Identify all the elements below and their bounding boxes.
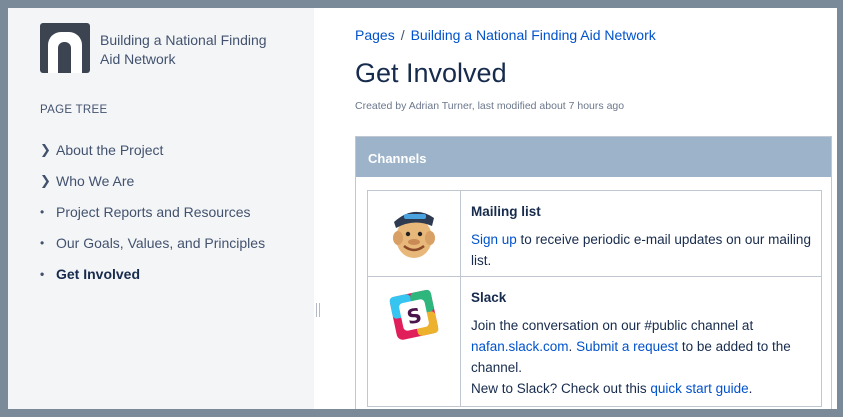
- tree-item-get-involved[interactable]: • Get Involved: [40, 258, 265, 289]
- page-title: Get Involved: [355, 58, 507, 88]
- tree-item-who-we-are[interactable]: ❯ Who We Are: [40, 165, 265, 196]
- page-tree-label: PAGE TREE: [40, 104, 108, 116]
- table-row: S Slack Join the conversation on our #pu…: [367, 276, 822, 407]
- sidebar-resize-handle[interactable]: [316, 303, 320, 317]
- quick-start-guide-link[interactable]: quick start guide: [650, 381, 748, 396]
- tree-item-label[interactable]: Our Goals, Values, and Principles: [56, 235, 265, 251]
- tree-item-label[interactable]: Get Involved: [56, 266, 140, 282]
- breadcrumb-pages-link[interactable]: Pages: [355, 27, 395, 43]
- bullet-icon: •: [40, 204, 45, 219]
- sign-up-link[interactable]: Sign up: [471, 232, 517, 247]
- channel-description: Sign up to receive periodic e-mail updat…: [471, 232, 811, 268]
- mailchimp-icon: [393, 211, 435, 258]
- tree-item-about-the-project[interactable]: ❯ About the Project: [40, 134, 265, 165]
- app-window: Building a National Finding Aid Network …: [0, 0, 843, 417]
- tree-item-label[interactable]: Who We Are: [56, 173, 134, 189]
- slack-cell: Slack Join the conversation on our #publ…: [460, 276, 822, 407]
- tree-item-project-reports[interactable]: • Project Reports and Resources: [40, 196, 265, 227]
- channels-table: Mailing list Sign up to receive periodic…: [367, 190, 822, 407]
- icon-cell: S: [367, 276, 461, 407]
- channel-name: Mailing list: [471, 204, 541, 219]
- space-header[interactable]: Building a National Finding Aid Network: [40, 23, 285, 73]
- bullet-icon: •: [40, 266, 45, 281]
- tree-item-label[interactable]: Project Reports and Resources: [56, 204, 251, 220]
- chevron-right-icon[interactable]: ❯: [40, 142, 56, 158]
- icon-cell: [367, 190, 461, 277]
- breadcrumb-separator: /: [400, 27, 405, 43]
- tree-item-goals-values-principles[interactable]: • Our Goals, Values, and Principles: [40, 227, 265, 258]
- channels-panel: Channels Mailing list Sign up to receive…: [355, 136, 832, 409]
- slack-workspace-link[interactable]: nafan.slack.com: [471, 339, 569, 354]
- slack-icon: S: [389, 289, 439, 340]
- breadcrumb: Pages / Building a National Finding Aid Ne…: [355, 27, 656, 43]
- page-byline: Created by Adrian Turner, last modified …: [355, 100, 625, 112]
- space-title[interactable]: Building a National Finding Aid Network: [100, 31, 285, 73]
- main-content: Pages / Building a National Finding Aid Ne…: [355, 8, 835, 409]
- slack-help-text: New to Slack? Check out this quick start…: [471, 381, 753, 396]
- submit-request-link[interactable]: Submit a request: [576, 339, 678, 354]
- panel-header: Channels: [356, 137, 831, 177]
- bullet-icon: •: [40, 235, 45, 250]
- chevron-right-icon[interactable]: ❯: [40, 173, 56, 189]
- mailing-list-cell: Mailing list Sign up to receive periodic…: [460, 190, 822, 277]
- space-logo[interactable]: [40, 23, 90, 73]
- sidebar: Building a National Finding Aid Network …: [8, 8, 314, 409]
- channel-name: Slack: [471, 290, 507, 305]
- table-row: Mailing list Sign up to receive periodic…: [367, 190, 822, 277]
- page-tree: ❯ About the Project ❯ Who We Are • Proje…: [40, 134, 265, 289]
- tree-item-label[interactable]: About the Project: [56, 142, 163, 158]
- channel-description: Join the conversation on our #public cha…: [471, 318, 791, 375]
- breadcrumb-parent-link[interactable]: Building a National Finding Aid Network: [411, 27, 656, 43]
